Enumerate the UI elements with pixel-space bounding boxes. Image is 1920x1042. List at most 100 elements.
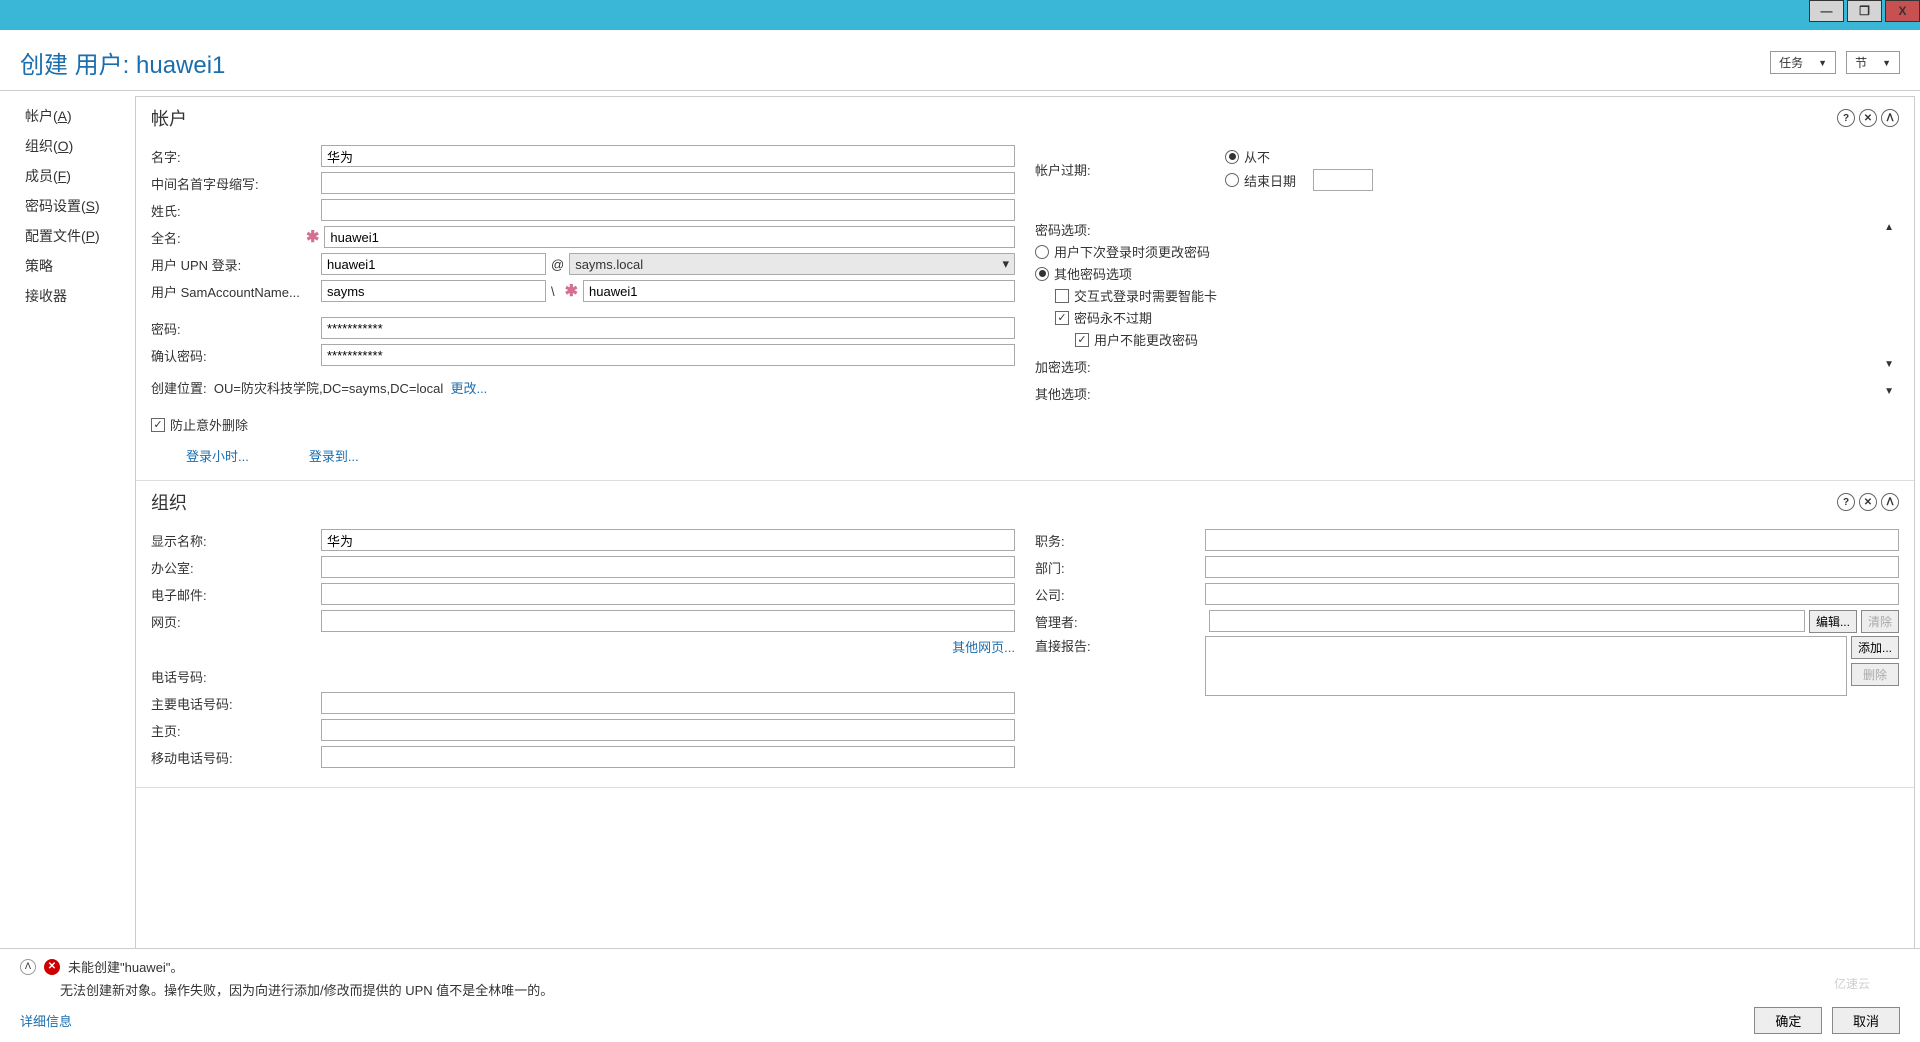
must-change-radio[interactable] bbox=[1035, 245, 1049, 259]
tasks-dropdown[interactable]: 任务 bbox=[1770, 51, 1836, 74]
never-expires-checkbox[interactable]: ✓ bbox=[1055, 311, 1069, 325]
help-icon[interactable]: ? bbox=[1837, 493, 1855, 511]
minimize-button[interactable]: — bbox=[1809, 0, 1844, 22]
sidebar-item-account[interactable]: 帐户(A) bbox=[25, 101, 135, 131]
add-button[interactable]: 添加... bbox=[1851, 636, 1899, 659]
cannot-change-checkbox[interactable]: ✓ bbox=[1075, 333, 1089, 347]
must-change-label: 用户下次登录时须更改密码 bbox=[1054, 242, 1210, 261]
edit-button[interactable]: 编辑... bbox=[1809, 610, 1857, 633]
ok-button[interactable]: 确定 bbox=[1754, 1007, 1822, 1034]
other-web-link[interactable]: 其他网页... bbox=[952, 640, 1015, 655]
content-scroll[interactable]: 帐户 ? ✕ ᐱ 名字: 中间名首字母缩写: 姓氏: 全名:✱ 用户 UPN 登… bbox=[135, 96, 1915, 1003]
first-name-input[interactable] bbox=[321, 145, 1015, 167]
page-title: 创建 用户: huawei1 bbox=[20, 45, 225, 80]
collapse-icon[interactable]: ᐱ bbox=[1881, 493, 1899, 511]
cancel-button[interactable]: 取消 bbox=[1832, 1007, 1900, 1034]
web-input[interactable] bbox=[321, 610, 1015, 632]
end-date-input[interactable] bbox=[1313, 169, 1373, 191]
manager-label: 管理者: bbox=[1035, 612, 1205, 631]
upn-label: 用户 UPN 登录: bbox=[151, 255, 321, 274]
reports-textarea[interactable] bbox=[1205, 636, 1847, 696]
encrypt-label: 加密选项: bbox=[1035, 357, 1091, 376]
error-title: 未能创建"huawei"。 bbox=[68, 957, 183, 976]
email-input[interactable] bbox=[321, 583, 1015, 605]
clear-button[interactable]: 清除 bbox=[1861, 610, 1899, 633]
job-input[interactable] bbox=[1205, 529, 1899, 551]
sections-dropdown[interactable]: 节 bbox=[1846, 51, 1900, 74]
company-label: 公司: bbox=[1035, 585, 1205, 604]
maximize-button[interactable]: ❐ bbox=[1847, 0, 1882, 22]
display-name-input[interactable] bbox=[321, 529, 1015, 551]
watermark: 亿速云 bbox=[1834, 975, 1870, 992]
close-section-icon[interactable]: ✕ bbox=[1859, 109, 1877, 127]
sam-domain-input[interactable] bbox=[321, 280, 546, 302]
pwd-options-label: 密码选项: bbox=[1035, 220, 1091, 239]
initials-input[interactable] bbox=[321, 172, 1015, 194]
encrypt-expand[interactable]: ▼ bbox=[1879, 357, 1899, 376]
change-link[interactable]: 更改... bbox=[450, 378, 487, 397]
logon-hours-link[interactable]: 登录小时... bbox=[186, 446, 249, 465]
location-value: OU=防灾科技学院,DC=sayms,DC=local bbox=[214, 378, 443, 397]
full-name-input[interactable] bbox=[324, 226, 1015, 248]
status-collapse-icon[interactable]: ᐱ bbox=[20, 959, 36, 975]
end-date-radio[interactable] bbox=[1225, 173, 1239, 187]
mobile-input[interactable] bbox=[321, 746, 1015, 768]
help-icon[interactable]: ? bbox=[1837, 109, 1855, 127]
first-name-label: 名字: bbox=[151, 147, 321, 166]
prevent-delete-label: 防止意外删除 bbox=[170, 415, 248, 434]
remove-button[interactable]: 删除 bbox=[1851, 663, 1899, 686]
logon-to-link[interactable]: 登录到... bbox=[309, 446, 359, 465]
initials-label: 中间名首字母缩写: bbox=[151, 174, 321, 193]
prevent-delete-checkbox[interactable]: ✓ bbox=[151, 418, 165, 432]
sidebar-item-org[interactable]: 组织(O) bbox=[25, 131, 135, 161]
sidebar-item-receiver[interactable]: 接收器 bbox=[25, 281, 135, 311]
domain-select[interactable]: sayms.local▾ bbox=[569, 253, 1015, 275]
password-label: 密码: bbox=[151, 319, 321, 338]
main-phone-input[interactable] bbox=[321, 692, 1015, 714]
close-section-icon[interactable]: ✕ bbox=[1859, 493, 1877, 511]
email-label: 电子邮件: bbox=[151, 585, 321, 604]
other-options-label: 其他选项: bbox=[1035, 384, 1091, 403]
backslash-symbol: \ bbox=[551, 284, 555, 299]
sidebar-item-password[interactable]: 密码设置(S) bbox=[25, 191, 135, 221]
required-icon: ✱ bbox=[565, 281, 578, 301]
section-account: 帐户 ? ✕ ᐱ 名字: 中间名首字母缩写: 姓氏: 全名:✱ 用户 UPN 登… bbox=[136, 97, 1914, 481]
dept-label: 部门: bbox=[1035, 558, 1205, 577]
home-input[interactable] bbox=[321, 719, 1015, 741]
password-input[interactable] bbox=[321, 317, 1015, 339]
dept-input[interactable] bbox=[1205, 556, 1899, 578]
error-message: 无法创建新对象。操作失败，因为向进行添加/修改而提供的 UPN 值不是全林唯一的… bbox=[60, 980, 1900, 999]
sam-label: 用户 SamAccountName... bbox=[151, 282, 321, 301]
collapse-icon[interactable]: ᐱ bbox=[1881, 109, 1899, 127]
close-button[interactable]: X bbox=[1885, 0, 1920, 22]
titlebar: — ❐ X bbox=[0, 0, 1920, 30]
home-label: 主页: bbox=[151, 721, 321, 740]
other-pwd-radio[interactable] bbox=[1035, 267, 1049, 281]
office-input[interactable] bbox=[321, 556, 1015, 578]
mobile-label: 移动电话号码: bbox=[151, 748, 321, 767]
never-label: 从不 bbox=[1244, 147, 1270, 166]
upn-input[interactable] bbox=[321, 253, 546, 275]
sidebar-item-policy[interactable]: 策略 bbox=[25, 251, 135, 281]
web-label: 网页: bbox=[151, 612, 321, 631]
never-radio[interactable] bbox=[1225, 150, 1239, 164]
pwd-options-collapse[interactable]: ▲ bbox=[1879, 220, 1899, 239]
at-symbol: @ bbox=[551, 257, 564, 272]
other-expand[interactable]: ▼ bbox=[1879, 384, 1899, 403]
smartcard-label: 交互式登录时需要智能卡 bbox=[1074, 286, 1217, 305]
sidebar-item-member[interactable]: 成员(F) bbox=[25, 161, 135, 191]
display-name-label: 显示名称: bbox=[151, 531, 321, 550]
company-input[interactable] bbox=[1205, 583, 1899, 605]
sam-input[interactable] bbox=[583, 280, 1015, 302]
section-org: 组织 ? ✕ ᐱ 显示名称: 办公室: 电子邮件: 网页: 其他网页... 电话… bbox=[136, 481, 1914, 788]
confirm-input[interactable] bbox=[321, 344, 1015, 366]
phone-label: 电话号码: bbox=[151, 667, 321, 686]
confirm-label: 确认密码: bbox=[151, 346, 321, 365]
details-link[interactable]: 详细信息 bbox=[20, 1011, 72, 1030]
section-title-org: 组织 bbox=[151, 489, 187, 515]
manager-input[interactable] bbox=[1209, 610, 1805, 632]
last-name-input[interactable] bbox=[321, 199, 1015, 221]
reports-label: 直接报告: bbox=[1035, 636, 1205, 655]
smartcard-checkbox[interactable] bbox=[1055, 289, 1069, 303]
sidebar-item-profile[interactable]: 配置文件(P) bbox=[25, 221, 135, 251]
